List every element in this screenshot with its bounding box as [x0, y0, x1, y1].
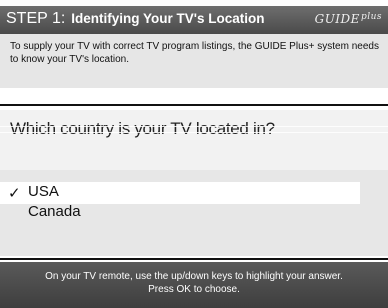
options-list: ✓ USA Canada	[0, 170, 388, 256]
divider	[0, 104, 388, 106]
instruction-text: On your TV remote, use the up/down keys …	[0, 270, 388, 296]
option-label: USA	[28, 183, 59, 200]
checkmark-icon: ✓	[8, 185, 21, 202]
logo-plus: plus	[360, 12, 382, 22]
footer-instructions: On your TV remote, use the up/down keys …	[0, 262, 388, 308]
instruction-line-2: Press OK to choose.	[148, 284, 240, 295]
instruction-line-1: On your TV remote, use the up/down keys …	[45, 271, 343, 282]
intro-panel: To supply your TV with correct TV progra…	[0, 34, 388, 88]
step-heading: Identifying Your TV's Location	[71, 11, 265, 26]
logo-text: GUIDE	[314, 12, 360, 26]
option-usa[interactable]: ✓ USA	[0, 182, 388, 204]
divider	[0, 258, 388, 260]
scanline	[0, 132, 388, 133]
intro-text: To supply your TV with correct TV progra…	[10, 41, 379, 65]
guide-plus-setup-screen: STEP 1: Identifying Your TV's Location GU…	[0, 0, 388, 308]
title-bar: STEP 1: Identifying Your TV's Location GU…	[0, 6, 388, 34]
option-canada[interactable]: Canada	[0, 202, 388, 224]
question-text: Which country is your TV located in?	[10, 119, 275, 138]
guide-plus-logo: GUIDEplus	[315, 12, 382, 26]
step-number: STEP 1:	[6, 10, 66, 27]
page-title: STEP 1: Identifying Your TV's Location	[6, 10, 265, 28]
question-panel: Which country is your TV located in?	[0, 110, 388, 170]
option-label: Canada	[28, 203, 81, 220]
scanline	[0, 126, 388, 127]
